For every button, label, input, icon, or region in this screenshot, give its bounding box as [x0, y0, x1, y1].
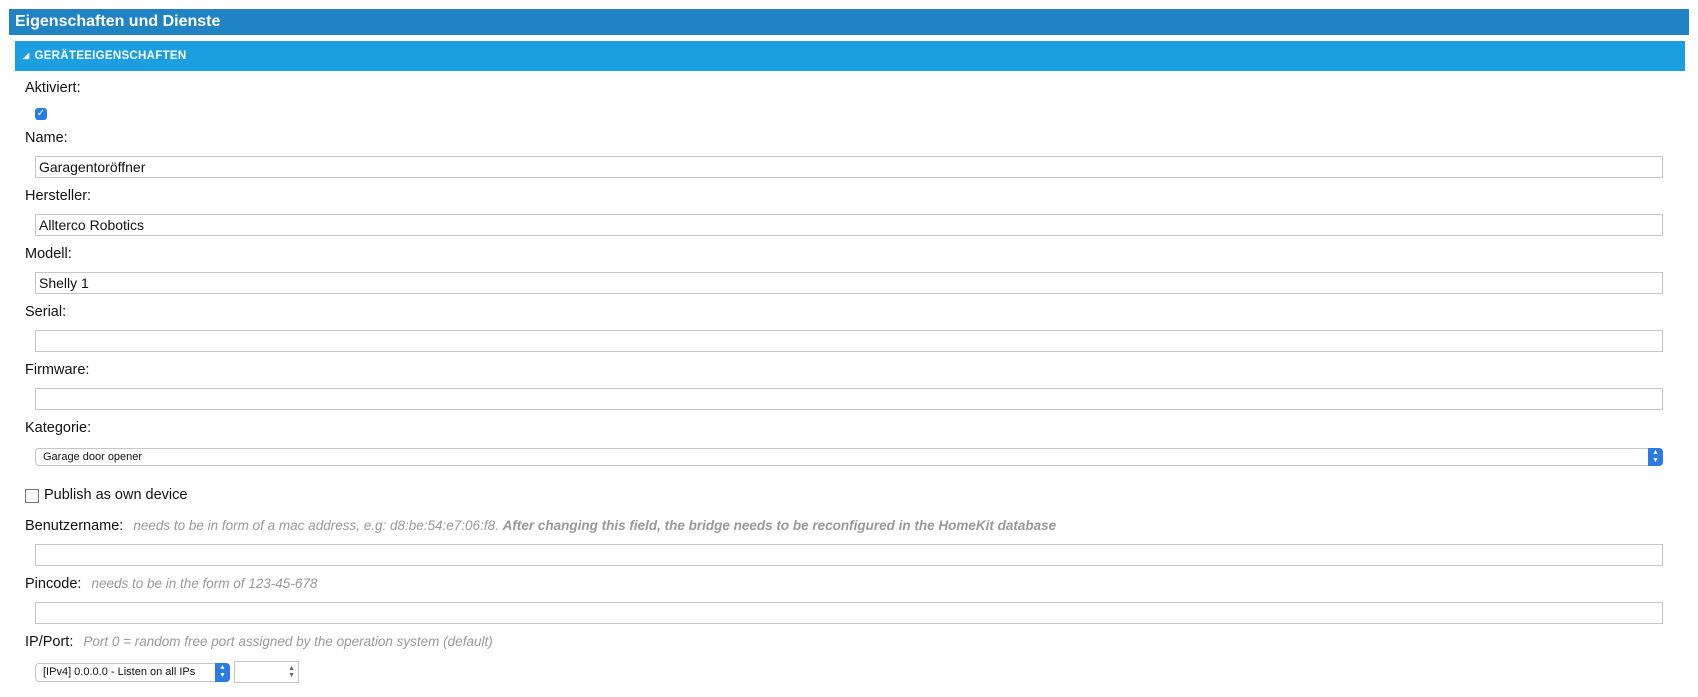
- pincode-label: Pincode: needs to be in the form of 123-4…: [25, 576, 317, 592]
- pincode-label-text: Pincode:: [25, 576, 82, 592]
- benutzername-hint-bold: After changing this field, the bridge ne…: [502, 518, 1057, 533]
- select-arrows-icon: ▲ ▼: [215, 663, 230, 682]
- ipport-label: IP/Port: Port 0 = random free port assign…: [25, 634, 493, 650]
- firmware-label: Firmware:: [25, 362, 90, 378]
- name-input[interactable]: [35, 156, 1663, 178]
- kategorie-selected: Garage door opener: [43, 451, 143, 463]
- name-label: Name:: [25, 130, 68, 146]
- kategorie-label: Kategorie:: [25, 420, 92, 436]
- benutzername-label-text: Benutzername:: [25, 518, 124, 534]
- hersteller-label: Hersteller:: [25, 188, 92, 204]
- pincode-input[interactable]: [35, 602, 1663, 624]
- section-title: GERÄTEEIGENSCHAFTEN: [34, 50, 187, 62]
- ip-selected: [IPv4] 0.0.0.0 - Listen on all IPs: [43, 666, 196, 678]
- ipport-hint: Port 0 = random free port assigned by th…: [83, 634, 493, 649]
- benutzername-input[interactable]: [35, 544, 1663, 566]
- benutzername-label: Benutzername: needs to be in form of a ma…: [25, 518, 1056, 534]
- section-header-geraeteeigenschaften[interactable]: ◢ GERÄTEEIGENSCHAFTEN: [15, 41, 1685, 71]
- panel-title: Eigenschaften und Dienste: [9, 9, 1689, 35]
- select-arrows-icon: ▲ ▼: [1648, 448, 1663, 466]
- firmware-input[interactable]: [35, 388, 1663, 410]
- kategorie-select[interactable]: Garage door opener ▲ ▼: [35, 448, 1663, 466]
- aktiviert-label: Aktiviert:: [25, 80, 81, 96]
- serial-label: Serial:: [25, 304, 67, 320]
- pincode-hint: needs to be in the form of 123-45-678: [91, 576, 318, 591]
- modell-label: Modell:: [25, 246, 72, 262]
- publish-label: Publish as own device: [44, 487, 188, 503]
- modell-input[interactable]: [35, 272, 1663, 294]
- ip-select[interactable]: [IPv4] 0.0.0.0 - Listen on all IPs ▲ ▼: [35, 663, 230, 682]
- triangle-down-icon: ◢: [23, 51, 30, 60]
- publish-checkbox[interactable]: [25, 489, 39, 503]
- checkmark-icon: ✓: [36, 108, 46, 119]
- ipport-label-text: IP/Port:: [25, 634, 74, 650]
- port-input[interactable]: ▲ ▼: [234, 661, 299, 683]
- stepper-arrows-icon[interactable]: ▲ ▼: [288, 665, 295, 679]
- benutzername-hint-text: needs to be in form of a mac address, e.…: [133, 518, 499, 533]
- aktiviert-checkbox[interactable]: ✓: [35, 108, 47, 120]
- benutzername-hint: needs to be in form of a mac address, e.…: [133, 518, 1056, 533]
- hersteller-input[interactable]: [35, 214, 1663, 236]
- serial-input[interactable]: [35, 330, 1663, 352]
